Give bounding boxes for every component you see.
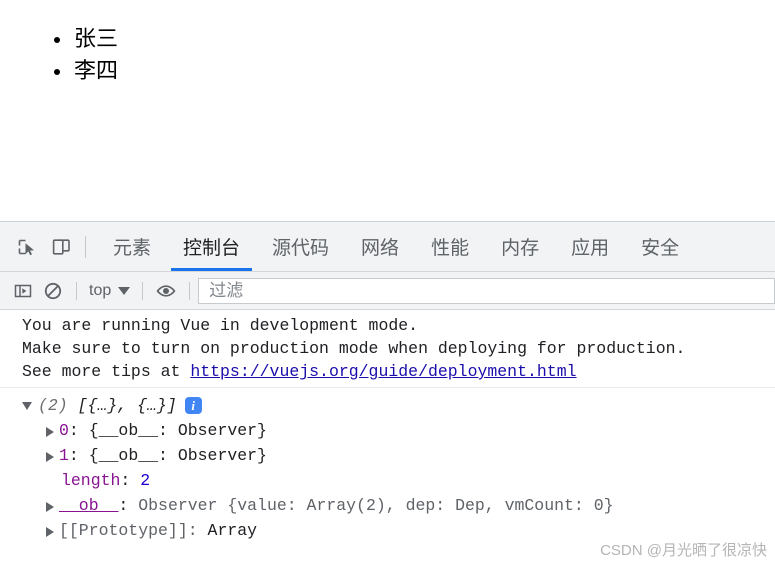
devtools-tab-list: 元素 控制台 源代码 网络 性能 内存 应用 安全 bbox=[97, 222, 775, 271]
expand-triangle-closed-icon[interactable] bbox=[43, 427, 59, 437]
vue-deployment-link[interactable]: https://vuejs.org/guide/deployment.html bbox=[190, 362, 576, 381]
object-root-row[interactable]: (2) [{…}, {…}] i bbox=[0, 393, 775, 418]
devtools-panel: 元素 控制台 源代码 网络 性能 内存 应用 安全 bbox=[0, 221, 775, 567]
property-separator: : bbox=[120, 468, 140, 493]
object-property-row[interactable]: 1 : {__ob__: Observer} bbox=[0, 443, 775, 468]
console-message-line: Make sure to turn on production mode whe… bbox=[22, 337, 775, 360]
property-separator: : bbox=[69, 443, 89, 468]
console-message-text: See more tips at bbox=[22, 362, 190, 381]
tab-label: 元素 bbox=[113, 233, 151, 260]
property-value: {__ob__: Observer} bbox=[89, 418, 267, 443]
tab-sources[interactable]: 源代码 bbox=[256, 222, 345, 271]
property-value: 2 bbox=[140, 468, 150, 493]
clear-console-icon bbox=[43, 281, 63, 301]
execution-context-selector[interactable]: top bbox=[85, 282, 134, 300]
property-value: {__ob__: Observer} bbox=[89, 443, 267, 468]
console-message-line-with-link: See more tips at https://vuejs.org/guide… bbox=[22, 360, 775, 383]
console-message-list: You are running Vue in development mode.… bbox=[0, 310, 775, 566]
console-sidebar-button[interactable] bbox=[8, 277, 38, 305]
property-separator: : bbox=[188, 518, 208, 543]
console-toolbar: top bbox=[0, 272, 775, 310]
tab-performance[interactable]: 性能 bbox=[415, 222, 485, 271]
console-message-vue-dev[interactable]: You are running Vue in development mode.… bbox=[0, 310, 775, 388]
tab-memory[interactable]: 内存 bbox=[485, 222, 555, 271]
tab-label: 网络 bbox=[361, 233, 399, 260]
tab-elements[interactable]: 元素 bbox=[97, 222, 167, 271]
tab-label: 源代码 bbox=[272, 233, 329, 260]
property-separator: : bbox=[118, 493, 138, 518]
property-key: 1 bbox=[59, 443, 69, 468]
tab-label: 安全 bbox=[641, 233, 679, 260]
tab-label: 性能 bbox=[431, 233, 469, 260]
page-viewport: 张三 李四 bbox=[0, 0, 775, 221]
expand-triangle-closed-icon[interactable] bbox=[43, 452, 59, 462]
property-separator: : bbox=[69, 418, 89, 443]
devtools-tool-icons bbox=[0, 222, 97, 271]
list-item: 张三 bbox=[52, 23, 775, 55]
property-value: Observer {value: Array(2), dep: Dep, vmC… bbox=[138, 493, 613, 518]
devtools-tabbar: 元素 控制台 源代码 网络 性能 内存 应用 安全 bbox=[0, 222, 775, 272]
clear-console-button[interactable] bbox=[38, 277, 68, 305]
tab-label: 内存 bbox=[501, 233, 539, 260]
live-expression-button[interactable] bbox=[151, 277, 181, 305]
object-property-row[interactable]: length : 2 bbox=[0, 468, 775, 493]
live-expression-eye-icon bbox=[155, 281, 177, 301]
inspect-element-icon bbox=[17, 237, 37, 257]
console-toolbar-divider bbox=[142, 282, 143, 300]
object-property-row[interactable]: 0 : {__ob__: Observer} bbox=[0, 418, 775, 443]
tab-security[interactable]: 安全 bbox=[625, 222, 695, 271]
console-sidebar-icon bbox=[13, 281, 33, 301]
inspect-element-button[interactable] bbox=[10, 230, 44, 264]
tab-label: 应用 bbox=[571, 233, 609, 260]
console-object-output: (2) [{…}, {…}] i 0 : {__ob__: Observer} … bbox=[0, 388, 775, 545]
console-message-line: You are running Vue in development mode. bbox=[22, 314, 775, 337]
device-toolbar-icon bbox=[51, 237, 71, 257]
property-key: length bbox=[61, 468, 120, 493]
tab-label: 控制台 bbox=[183, 233, 240, 260]
list-item-label: 李四 bbox=[74, 58, 118, 83]
tab-network[interactable]: 网络 bbox=[345, 222, 415, 271]
list-item-label: 张三 bbox=[74, 26, 118, 51]
execution-context-label: top bbox=[89, 282, 111, 300]
chevron-down-icon bbox=[118, 287, 130, 295]
list-item: 李四 bbox=[52, 55, 775, 87]
info-icon[interactable]: i bbox=[185, 397, 202, 414]
console-filter-input[interactable] bbox=[207, 280, 766, 302]
tab-console[interactable]: 控制台 bbox=[167, 222, 256, 271]
console-filter[interactable] bbox=[198, 278, 775, 304]
toolbar-divider bbox=[85, 236, 86, 258]
property-key: 0 bbox=[59, 418, 69, 443]
property-key: [[Prototype]] bbox=[59, 518, 188, 543]
device-toolbar-button[interactable] bbox=[44, 230, 78, 264]
array-count: (2) bbox=[38, 393, 68, 418]
console-toolbar-divider bbox=[189, 282, 190, 300]
tab-application[interactable]: 应用 bbox=[555, 222, 625, 271]
property-key: __ob__ bbox=[59, 493, 118, 518]
expand-triangle-closed-icon[interactable] bbox=[43, 502, 59, 512]
name-list: 张三 李四 bbox=[0, 0, 775, 87]
object-property-row[interactable]: __ob__ : Observer {value: Array(2), dep:… bbox=[0, 493, 775, 518]
property-value: Array bbox=[208, 518, 258, 543]
console-toolbar-divider bbox=[76, 282, 77, 300]
browser-window: 张三 李四 bbox=[0, 0, 775, 567]
expand-triangle-open-icon[interactable] bbox=[22, 402, 38, 410]
watermark: CSDN @月光晒了很凉快 bbox=[600, 539, 767, 560]
expand-triangle-closed-icon[interactable] bbox=[43, 527, 59, 537]
array-preview: [{…}, {…}] bbox=[78, 393, 177, 418]
